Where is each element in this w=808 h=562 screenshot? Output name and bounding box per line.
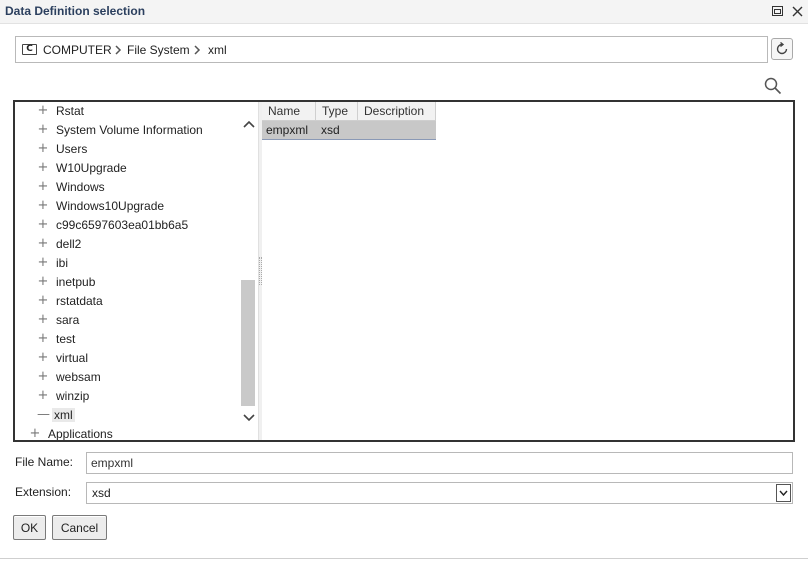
scroll-down-button[interactable] (240, 410, 258, 426)
search-icon[interactable] (764, 77, 782, 95)
expand-icon[interactable]: + (37, 332, 49, 346)
cell-name: empxml (266, 123, 309, 137)
cell-type: xsd (321, 123, 340, 137)
tree-item-label: c99c6597603ea01bb6a5 (56, 218, 189, 232)
bottom-divider (0, 558, 808, 559)
tree-item-label: W10Upgrade (56, 161, 127, 175)
expand-icon[interactable]: + (29, 427, 41, 441)
chevron-right-icon (115, 45, 122, 55)
expand-icon[interactable]: + (37, 256, 49, 270)
extension-select[interactable]: xsd (86, 482, 793, 504)
dropdown-arrow-icon[interactable] (776, 484, 791, 502)
extension-value: xsd (92, 486, 111, 500)
tree-item-label: rstatdata (56, 294, 103, 308)
tree-item-label: Windows (56, 180, 105, 194)
column-header-type[interactable]: Type (316, 102, 358, 121)
expand-icon[interactable]: + (37, 104, 49, 118)
tree-item-label: winzip (56, 389, 90, 403)
breadcrumb-item-computer[interactable]: COMPUTER (43, 43, 112, 57)
chevron-down-icon (243, 414, 255, 422)
tree-scrollbar[interactable] (240, 102, 258, 440)
tree-item-label: xml (52, 408, 75, 422)
tree-item-label: inetpub (56, 275, 96, 289)
expand-icon[interactable]: + (37, 275, 49, 289)
expand-icon[interactable]: + (37, 351, 49, 365)
column-header-name[interactable]: Name (262, 102, 316, 121)
expand-icon[interactable]: + (37, 199, 49, 213)
file-browser: + Rstat + System Volume Information + Us… (13, 100, 795, 442)
chevron-right-icon (194, 45, 201, 55)
breadcrumb-item-file-system[interactable]: File System (127, 43, 190, 57)
tree-item-label: test (56, 332, 76, 346)
close-icon[interactable] (790, 4, 804, 18)
expand-icon[interactable]: + (37, 123, 49, 137)
tree-item-label: sara (56, 313, 80, 327)
collapse-icon[interactable]: — (37, 408, 50, 422)
restore-icon[interactable] (770, 4, 784, 18)
breadcrumb: C COMPUTER File System xml (15, 36, 768, 63)
expand-icon[interactable]: + (37, 142, 49, 156)
expand-icon[interactable]: + (37, 237, 49, 251)
file-name-label: File Name: (15, 455, 74, 469)
tree-item-label: websam (56, 370, 101, 384)
tree-item-label: Windows10Upgrade (56, 199, 165, 213)
expand-icon[interactable]: + (37, 180, 49, 194)
chevron-up-icon (243, 120, 255, 128)
expand-icon[interactable]: + (37, 294, 49, 308)
table-row[interactable]: empxml xsd (262, 121, 436, 140)
window-title: Data Definition selection (5, 4, 146, 18)
refresh-button[interactable] (771, 38, 793, 60)
column-header-description[interactable]: Description (358, 102, 436, 121)
file-list: Name Type Description empxml xsd (262, 102, 793, 440)
tree-item-label: Rstat (56, 104, 85, 118)
scroll-up-button[interactable] (240, 116, 258, 132)
expand-icon[interactable]: + (37, 389, 49, 403)
extension-label: Extension: (15, 485, 72, 499)
refresh-icon (776, 42, 788, 55)
file-name-input[interactable] (86, 452, 793, 474)
tree-item-label: Applications (48, 427, 113, 440)
breadcrumb-item-xml[interactable]: xml (208, 43, 227, 57)
expand-icon[interactable]: + (37, 370, 49, 384)
ok-button[interactable]: OK (13, 515, 46, 540)
drive-icon: C (22, 44, 37, 55)
tree-item-label: Users (56, 142, 88, 156)
title-bar: Data Definition selection (0, 0, 808, 24)
cancel-button[interactable]: Cancel (52, 515, 107, 540)
tree-item-label: dell2 (56, 237, 82, 251)
scroll-thumb[interactable] (241, 280, 255, 406)
tree-item-label: virtual (56, 351, 89, 365)
tree-item-label: System Volume Information (56, 123, 203, 137)
expand-icon[interactable]: + (37, 313, 49, 327)
expand-icon[interactable]: + (37, 161, 49, 175)
tree-item-label: ibi (56, 256, 69, 270)
folder-tree: + Rstat + System Volume Information + Us… (15, 102, 255, 441)
expand-icon[interactable]: + (37, 218, 49, 232)
